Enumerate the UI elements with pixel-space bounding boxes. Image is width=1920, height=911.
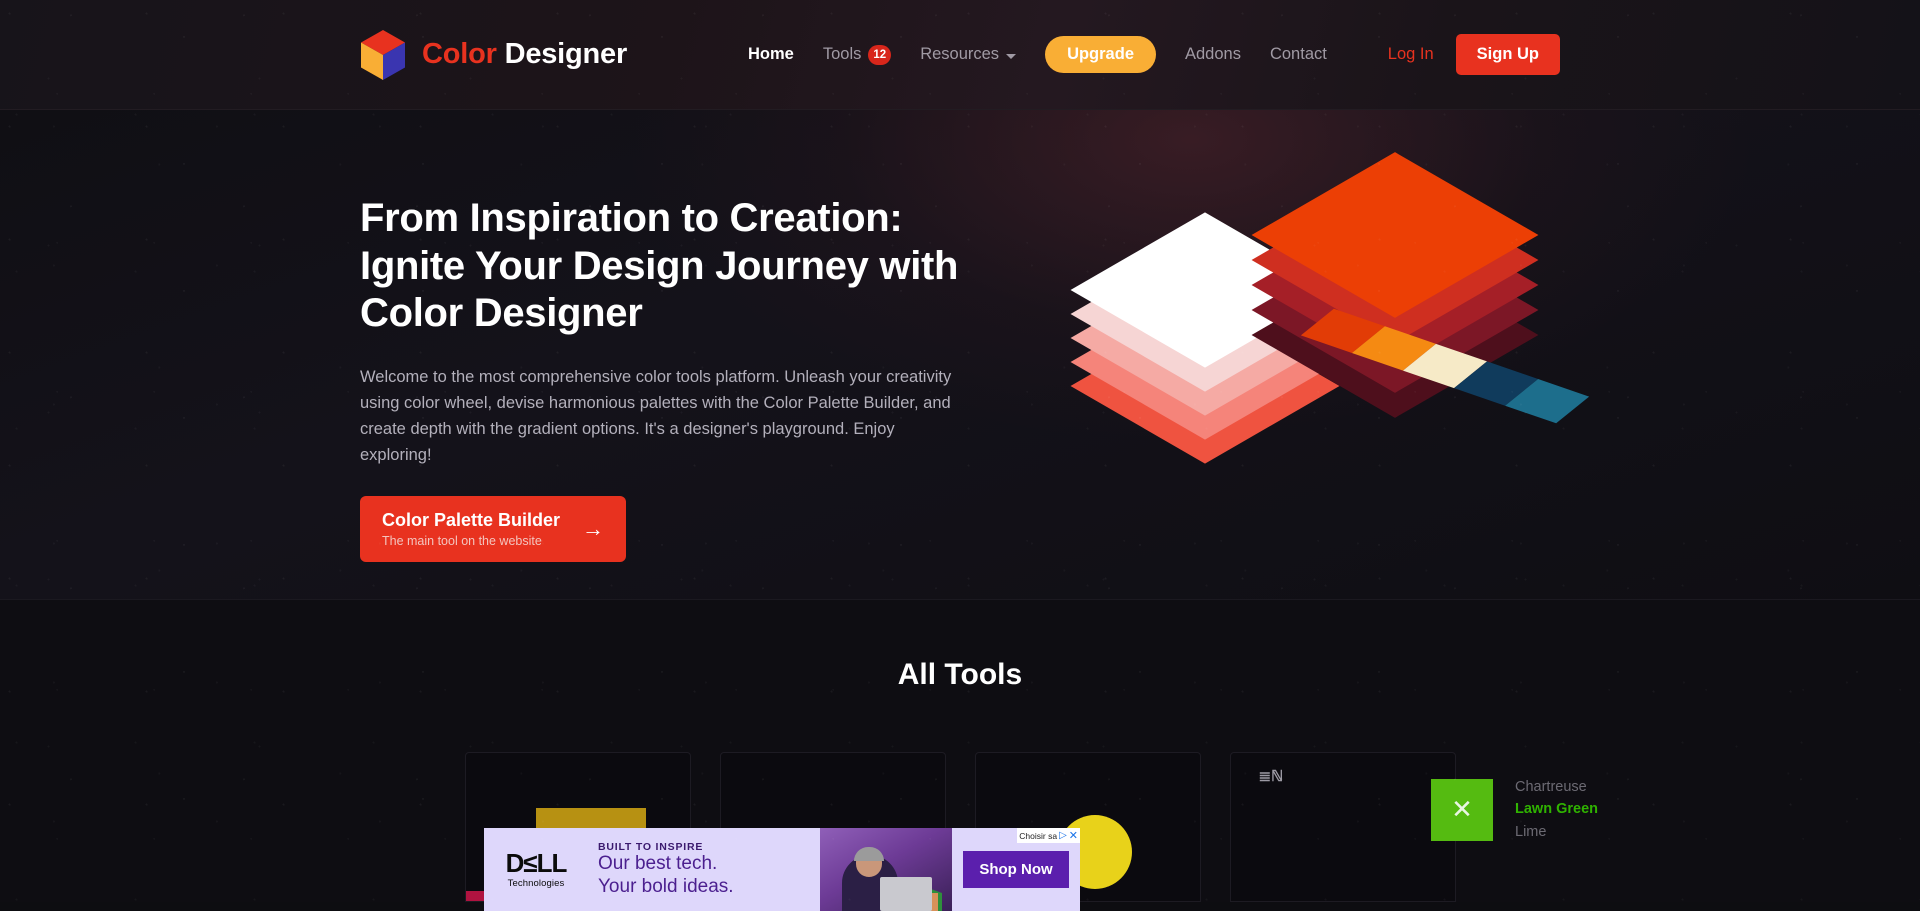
hero-description: Welcome to the most comprehensive color … [360, 367, 952, 464]
brand-logo[interactable]: Color Designer [360, 29, 627, 81]
laptop-graphic [880, 877, 932, 911]
nav-item-contact-label: Contact [1269, 45, 1327, 63]
ad-brand-sub: Technologies [507, 878, 565, 889]
page-title: From Inspiration to Creation: Ignite You… [360, 195, 970, 338]
ad-copy: BUILT TO INSPIRE Our best tech. Your bol… [588, 828, 820, 911]
ad-photo [820, 828, 952, 911]
nav-item-home-label: Home [748, 45, 794, 63]
color-swatch-preview[interactable]: ✕ [1431, 778, 1493, 841]
nav-item-contact[interactable]: Contact [1270, 45, 1327, 64]
isometric-layer-stacks [1070, 120, 1730, 520]
primary-nav: Home Tools 12 Resources Upgrade Addons C… [687, 36, 1388, 73]
tool-card-4[interactable]: ≣ℕ [1229, 752, 1456, 902]
ad-close-icon[interactable]: ✕ [1069, 829, 1078, 842]
brand-name-color: Color [422, 38, 497, 70]
advertisement-banner[interactable]: D≤LL Technologies BUILT TO INSPIRE Our b… [484, 828, 1080, 911]
close-icon: ✕ [1451, 794, 1473, 825]
nav-item-resources-label: Resources [920, 45, 1000, 63]
brand-name: Color Designer [422, 38, 627, 71]
nav-item-addons[interactable]: Addons [1185, 45, 1241, 64]
nav-item-addons-label: Addons [1185, 45, 1241, 63]
signup-button[interactable]: Sign Up [1455, 34, 1560, 75]
ad-kicker: BUILT TO INSPIRE [598, 840, 704, 853]
login-link[interactable]: Log In [1388, 45, 1434, 64]
arrow-right-icon: → [582, 516, 605, 542]
cta-primary-label: Color Palette Builder [382, 510, 561, 531]
ad-choices-label: Choisir sa [1019, 830, 1058, 841]
hero-title-line-2: Ignite Your Design Journey with [360, 243, 959, 288]
tool-card-4-mark: ≣ℕ [1258, 768, 1284, 785]
hero-section: From Inspiration to Creation: Ignite You… [0, 110, 1920, 600]
ad-choices-bar: Choisir sa ▷ ✕ [1017, 828, 1080, 843]
color-palette-builder-button[interactable]: Color Palette Builder The main tool on t… [360, 496, 627, 563]
hair-graphic [854, 847, 884, 861]
upgrade-button[interactable]: Upgrade [1045, 36, 1156, 73]
ad-headline-line-1: Our best tech. [598, 852, 718, 874]
brand-name-designer: Designer [496, 38, 628, 70]
color-name-lime[interactable]: Lime [1515, 821, 1598, 843]
ad-brand-logo: D≤LL Technologies [484, 828, 588, 911]
hero-title-line-3: Color Designer [360, 291, 643, 336]
cta-secondary-label: The main tool on the website [382, 534, 542, 549]
adchoices-icon[interactable]: ▷ [1059, 830, 1067, 841]
all-tools-heading: All Tools [897, 658, 1023, 691]
top-navigation-bar: Color Designer Home Tools 12 Resources U… [0, 0, 1920, 110]
color-name-list: Chartreuse Lawn Green Lime [1515, 776, 1598, 843]
cube-logo-icon [360, 29, 406, 81]
nav-item-tools-label: Tools [822, 45, 862, 63]
nav-item-resources[interactable]: Resources [920, 45, 1017, 64]
color-name-panel: ✕ Chartreuse Lawn Green Lime [1431, 776, 1598, 843]
account-actions: Log In Sign Up [1388, 34, 1560, 75]
color-name-chartreuse[interactable]: Chartreuse [1515, 776, 1598, 798]
dell-logo-icon: D≤LL [505, 848, 568, 878]
nav-item-tools[interactable]: Tools 12 [822, 44, 892, 65]
hero-copy: From Inspiration to Creation: Ignite You… [360, 110, 970, 563]
tools-count-badge: 12 [868, 44, 892, 65]
shop-now-button[interactable]: Shop Now [963, 851, 1069, 888]
ad-headline-line-2: Your bold ideas. [598, 875, 734, 897]
chevron-down-icon [1006, 53, 1017, 59]
hero-illustration [970, 110, 1590, 530]
color-name-lawn-green[interactable]: Lawn Green [1515, 798, 1598, 820]
nav-item-home[interactable]: Home [748, 45, 794, 64]
hero-title-line-1: From Inspiration to Creation: [360, 196, 903, 240]
